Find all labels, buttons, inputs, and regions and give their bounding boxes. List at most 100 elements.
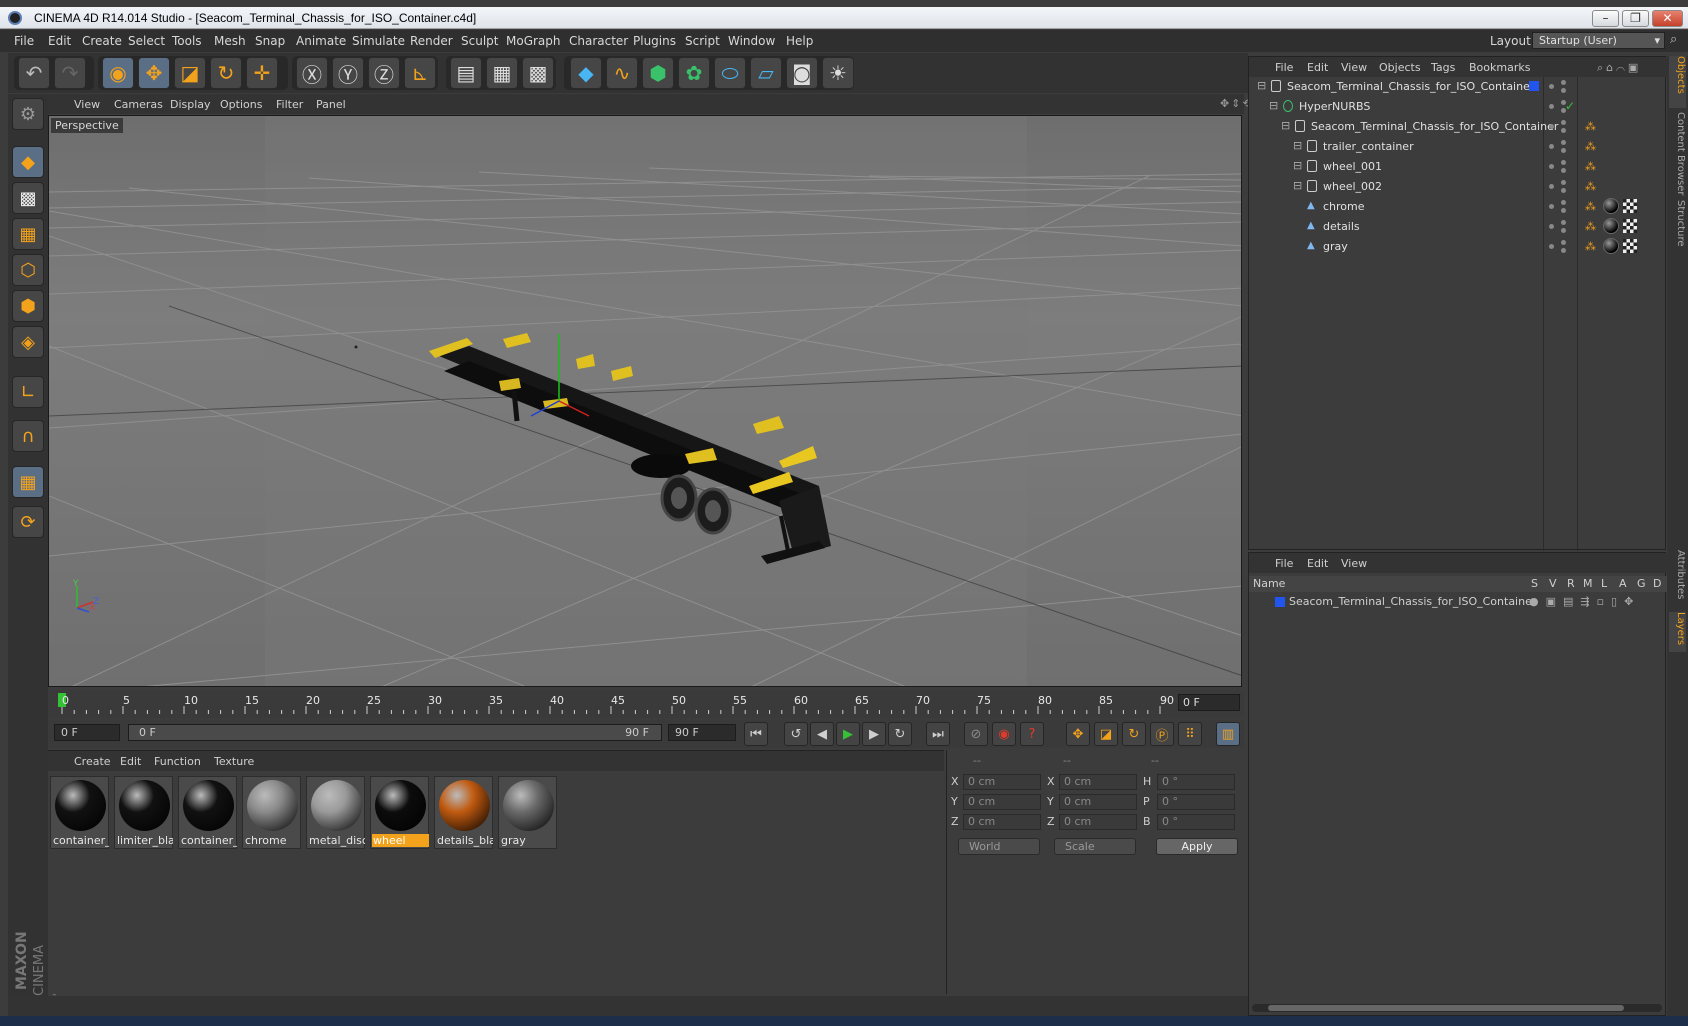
current-frame-field[interactable]: 0 F (1178, 694, 1240, 711)
texture-tag-icon[interactable] (1623, 219, 1637, 233)
model-mode-icon[interactable]: ◆ (12, 146, 44, 178)
record-keys-icon[interactable]: ⊘ (964, 722, 988, 746)
material-swatch[interactable]: metal_disc (306, 776, 365, 849)
layer-color-swatch[interactable] (1275, 597, 1285, 607)
menu-help[interactable]: Help (786, 34, 813, 48)
object-row[interactable]: ⊟ trailer_container (1249, 137, 1543, 157)
next-key-icon[interactable]: ↻ (888, 722, 912, 746)
timeline-window-icon[interactable]: ▥ (1216, 722, 1240, 746)
axis-mode-icon[interactable]: ∟ (12, 376, 44, 408)
menu-mesh[interactable]: Mesh (214, 34, 246, 48)
menu-plugins[interactable]: Plugins (633, 34, 676, 48)
coord-value-field[interactable]: 0 ° (1157, 774, 1235, 790)
menu-mograph[interactable]: MoGraph (506, 34, 561, 48)
key-pla-icon[interactable]: ⠿ (1178, 722, 1202, 746)
visibility-dots[interactable] (1529, 77, 1571, 97)
coord-value-field[interactable]: 0 cm (1059, 774, 1137, 790)
coord-mode-select[interactable]: World (958, 838, 1040, 855)
menu-simulate[interactable]: Simulate (352, 34, 405, 48)
coord-value-field[interactable]: 0 cm (963, 774, 1041, 790)
texture-mode-icon[interactable]: ▩ (12, 182, 44, 214)
z-axis-icon[interactable]: Ⓩ (368, 57, 400, 89)
material-menu-create[interactable]: Create (74, 755, 111, 768)
object-row[interactable]: ⊟ Seacom_Terminal_Chassis_for_ISO_Contain… (1249, 77, 1543, 97)
deformer-icon[interactable]: ⬭ (714, 57, 746, 89)
material-tag-icon[interactable] (1603, 238, 1619, 254)
menu-file[interactable]: File (14, 34, 34, 48)
apply-button[interactable]: Apply (1156, 838, 1238, 855)
object-name[interactable]: trailer_container (1323, 140, 1414, 153)
nurbs-icon[interactable]: ⬢ (642, 57, 674, 89)
viewport-menu-options[interactable]: Options (220, 98, 262, 111)
timeline-ruler[interactable]: 0 5 10 15 20 25 30 35 40 45 50 55 60 65 70 75 80 85 90 0 F (48, 690, 1244, 718)
redo-icon[interactable]: ↷ (54, 57, 86, 89)
material-menu-edit[interactable]: Edit (120, 755, 141, 768)
object-row[interactable]: ▲ gray (1249, 237, 1543, 257)
snap-magnet-icon[interactable]: ∩ (12, 420, 44, 452)
object-name[interactable]: chrome (1323, 200, 1365, 213)
visibility-dots[interactable] (1545, 177, 1571, 197)
key-parameter-icon[interactable]: Ⓟ (1150, 722, 1174, 746)
visibility-dots[interactable] (1545, 157, 1571, 177)
coord-value-field[interactable]: 0 cm (963, 794, 1041, 810)
y-axis-icon[interactable]: Ⓨ (332, 57, 364, 89)
material-swatch[interactable]: gray (498, 776, 557, 849)
layer-row[interactable]: Seacom_Terminal_Chassis_for_ISO_Containe… (1249, 593, 1667, 611)
viewport-menu-display[interactable]: Display (170, 98, 211, 111)
viewport-menu-panel[interactable]: Panel (316, 98, 346, 111)
next-frame-icon[interactable]: ▶ (862, 722, 886, 746)
tab-objects[interactable]: Objects (1669, 56, 1686, 108)
menu-character[interactable]: Character (569, 34, 628, 48)
texture-tag-icon[interactable] (1623, 239, 1637, 253)
menu-render[interactable]: Render (410, 34, 453, 48)
object-name[interactable]: details (1323, 220, 1360, 233)
object-name[interactable]: gray (1323, 240, 1348, 253)
object-menu-tags[interactable]: Tags (1431, 61, 1455, 74)
phong-tag-icon[interactable]: ⁂ (1585, 180, 1596, 193)
phong-tag-icon[interactable]: ⁂ (1585, 240, 1596, 253)
object-menu-objects[interactable]: Objects (1379, 61, 1421, 74)
phong-tag-icon[interactable]: ⁂ (1585, 120, 1596, 133)
visibility-dots[interactable] (1545, 237, 1571, 257)
points-mode-icon[interactable]: ⬡ (12, 254, 44, 286)
object-row[interactable]: ▲ chrome (1249, 197, 1543, 217)
menu-window[interactable]: Window (728, 34, 775, 48)
expand-toggle-icon[interactable]: ⊟ (1257, 79, 1266, 92)
minimize-button[interactable]: – (1592, 10, 1619, 27)
object-row[interactable]: ▲ details (1249, 217, 1543, 237)
material-menu-function[interactable]: Function (154, 755, 201, 768)
workplane-icon[interactable]: ▦ (12, 218, 44, 250)
workplane-lock-icon[interactable]: ▦ (12, 466, 44, 498)
add-icon[interactable]: ✛ (246, 57, 278, 89)
coordinate-system-icon[interactable]: ⊾ (404, 57, 436, 89)
phong-tag-icon[interactable]: ⁂ (1585, 140, 1596, 153)
phong-tag-icon[interactable]: ⁂ (1585, 200, 1596, 213)
menu-select[interactable]: Select (128, 34, 165, 48)
coord-value-field[interactable]: 0 cm (963, 814, 1041, 830)
material-swatch[interactable]: limiter_blac (114, 776, 173, 849)
material-swatch[interactable]: container_f (50, 776, 109, 849)
object-manager-nav-icons[interactable]: ⌕⌂⌒▣ (1597, 61, 1641, 75)
viewport-menu-view[interactable]: View (74, 98, 100, 111)
visibility-dots[interactable] (1545, 117, 1571, 137)
object-row[interactable]: ⊟ wheel_002 (1249, 177, 1543, 197)
object-menu-file[interactable]: File (1275, 61, 1293, 74)
viewport-menu-filter[interactable]: Filter (276, 98, 303, 111)
coord-size-select[interactable]: Scale (1054, 838, 1136, 855)
tab-attributes[interactable]: Attributes (1669, 550, 1686, 606)
x-axis-icon[interactable]: Ⓧ (296, 57, 328, 89)
menu-snap[interactable]: Snap (255, 34, 285, 48)
array-icon[interactable]: ✿ (678, 57, 710, 89)
material-menu-texture[interactable]: Texture (214, 755, 254, 768)
search-icon[interactable]: ⌕ (1670, 32, 1686, 49)
object-row[interactable]: ⊟ HyperNURBS (1249, 97, 1543, 117)
key-scale-icon[interactable]: ◪ (1094, 722, 1118, 746)
menu-edit[interactable]: Edit (48, 34, 71, 48)
object-name[interactable]: wheel_002 (1323, 180, 1382, 193)
expand-toggle-icon[interactable]: ⊟ (1269, 99, 1278, 112)
live-selection-icon[interactable]: ◉ (102, 57, 134, 89)
viewport-perspective[interactable]: Y X Z Perspective (48, 115, 1242, 687)
enabled-check-icon[interactable]: ✓ (1565, 99, 1575, 113)
object-row[interactable]: ⊟ Seacom_Terminal_Chassis_for_ISO_Contain… (1249, 117, 1558, 137)
render-view-icon[interactable]: ▤ (450, 57, 482, 89)
